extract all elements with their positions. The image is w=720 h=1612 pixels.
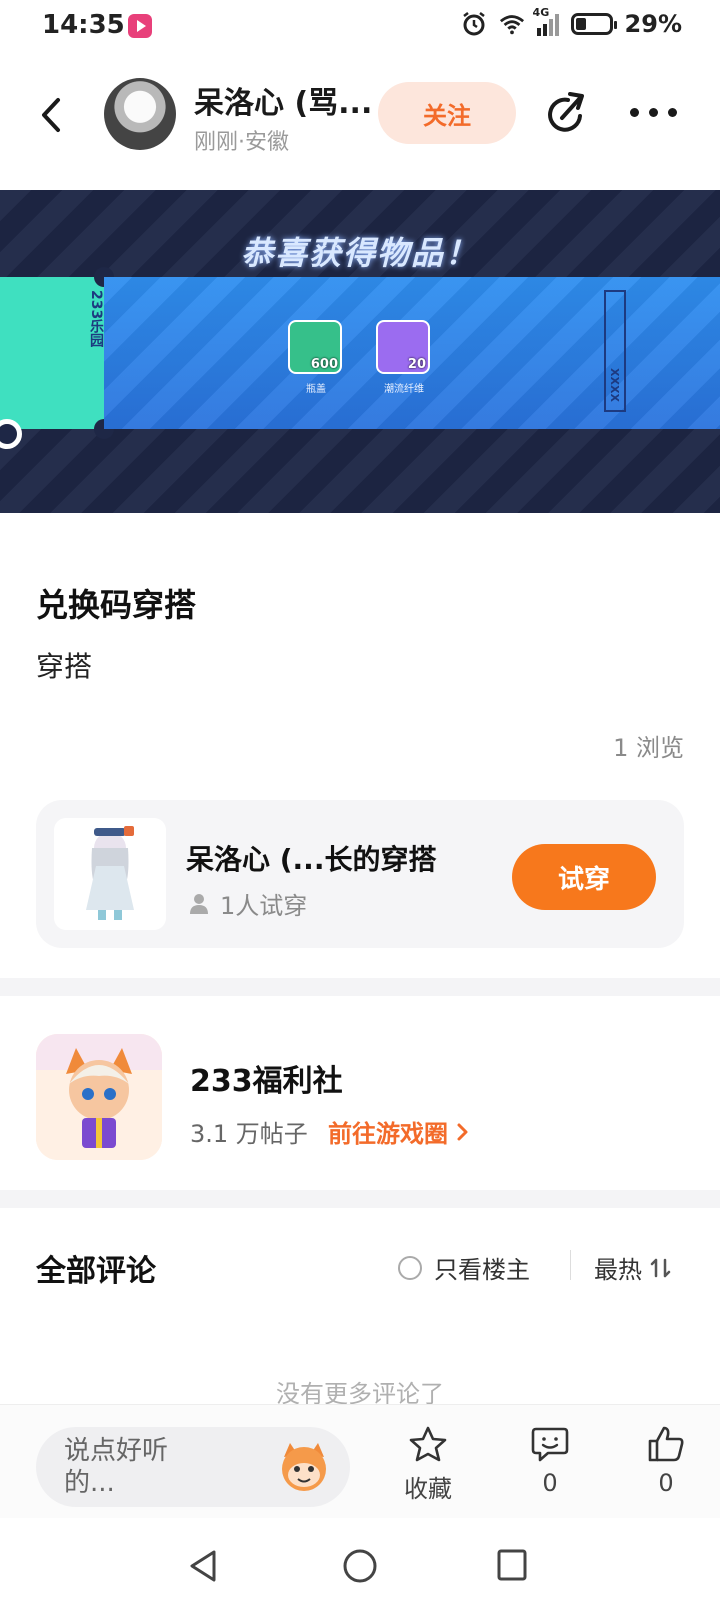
nav-home-icon[interactable]: [342, 1548, 378, 1584]
reward-banner-image[interactable]: 恭喜获得物品！ 233乐园 600 瓶盖 20 潮流纤维 XXXX: [0, 190, 720, 513]
outfit-name: 呆洛心 (...长的穿搭: [186, 843, 437, 876]
community-name: 233福利社: [190, 1064, 343, 1099]
radio-icon: [398, 1255, 422, 1280]
author-name[interactable]: 呆洛心 (骂...: [194, 78, 372, 122]
battery-percent: 29%: [624, 10, 682, 38]
status-time: 14:35: [42, 10, 125, 40]
comment-placeholder: 说点好听的...: [64, 1436, 169, 1498]
thumbs-up-icon: [648, 1426, 684, 1462]
outfit-card[interactable]: 呆洛心 (...长的穿搭 1人试穿 试穿: [36, 800, 684, 948]
reward-item: 600 瓶盖: [288, 320, 344, 395]
comments-title: 全部评论: [36, 1254, 156, 1289]
community-avatar[interactable]: [36, 1034, 162, 1160]
reward-item: 20 潮流纤维: [376, 320, 432, 395]
comment-input[interactable]: 说点好听的...: [36, 1427, 350, 1507]
item-count: 20: [407, 357, 426, 372]
fiber-icon: 20: [376, 320, 430, 374]
post-header: 呆洛心 (骂... 刚刚·安徽 关注: [0, 70, 720, 160]
status-icons: 4G 29%: [461, 6, 682, 38]
favorite-label: 收藏: [404, 1475, 452, 1503]
battery-icon: [570, 13, 617, 35]
ticket-barcode: XXXX: [604, 290, 626, 412]
network-type: 4G: [532, 6, 550, 19]
like-count: 0: [658, 1469, 674, 1497]
more-options-icon[interactable]: [630, 100, 682, 124]
section-divider: [0, 978, 720, 996]
community-card[interactable]: 233福利社 3.1 万帖子 前往游戏圈: [36, 1034, 684, 1160]
post-body: 穿搭: [36, 650, 93, 683]
sort-label: 最热: [594, 1256, 642, 1284]
outfit-thumbnail[interactable]: [54, 818, 166, 930]
community-post-count: 3.1 万帖子: [190, 1120, 308, 1148]
alarm-icon: [462, 12, 485, 36]
person-icon: [190, 893, 208, 914]
wifi-icon: [499, 15, 524, 35]
barcode-text: XXXX: [608, 368, 621, 402]
bottom-action-bar: 说点好听的... 收藏 0 0: [0, 1404, 720, 1519]
nav-recents-icon[interactable]: [496, 1548, 528, 1582]
ticket-code: 233乐园: [88, 290, 104, 348]
author-meta: 刚刚·安徽: [194, 130, 289, 155]
follow-button[interactable]: 关注: [378, 82, 516, 144]
comment-count: 0: [542, 1469, 558, 1497]
only-op-label: 只看楼主: [434, 1256, 530, 1284]
video-app-icon: [128, 14, 152, 38]
sort-toggle[interactable]: 最热: [594, 1250, 672, 1285]
item-name: 瓶盖: [306, 384, 326, 395]
like-button[interactable]: 0: [626, 1425, 706, 1497]
chevron-right-icon: [457, 1123, 468, 1140]
sort-icon: [650, 1258, 671, 1277]
try-on-button[interactable]: 试穿: [512, 844, 656, 910]
section-divider: [0, 1190, 720, 1208]
outfit-tries: 1人试穿: [188, 886, 307, 921]
only-op-toggle[interactable]: 只看楼主: [398, 1250, 530, 1285]
comment-icon: [531, 1427, 569, 1462]
community-link-label: 前往游戏圈: [328, 1120, 448, 1148]
share-icon[interactable]: [542, 90, 590, 138]
system-nav-bar: [0, 1518, 720, 1612]
back-icon[interactable]: [36, 94, 66, 136]
go-to-community-link[interactable]: 前往游戏圈: [328, 1114, 470, 1149]
character-figure-icon: [86, 826, 134, 920]
nav-back-icon[interactable]: [186, 1548, 220, 1584]
signal-icon: 4G: [533, 6, 559, 36]
comment-button[interactable]: 0: [510, 1425, 590, 1497]
item-name: 潮流纤维: [384, 384, 424, 395]
status-bar: 14:35 4G 29%: [0, 0, 720, 56]
item-count: 600: [310, 357, 338, 372]
view-count: 1 浏览: [613, 734, 684, 762]
mascot-icon[interactable]: [276, 1441, 332, 1493]
post-title: 兑换码穿搭: [36, 586, 197, 624]
bottle-cap-icon: 600: [288, 320, 342, 374]
star-icon: [409, 1426, 447, 1462]
favorite-button[interactable]: 收藏: [388, 1425, 468, 1504]
author-avatar[interactable]: [104, 78, 176, 150]
tries-count: 1人试穿: [220, 892, 308, 920]
divider: [570, 1250, 571, 1280]
